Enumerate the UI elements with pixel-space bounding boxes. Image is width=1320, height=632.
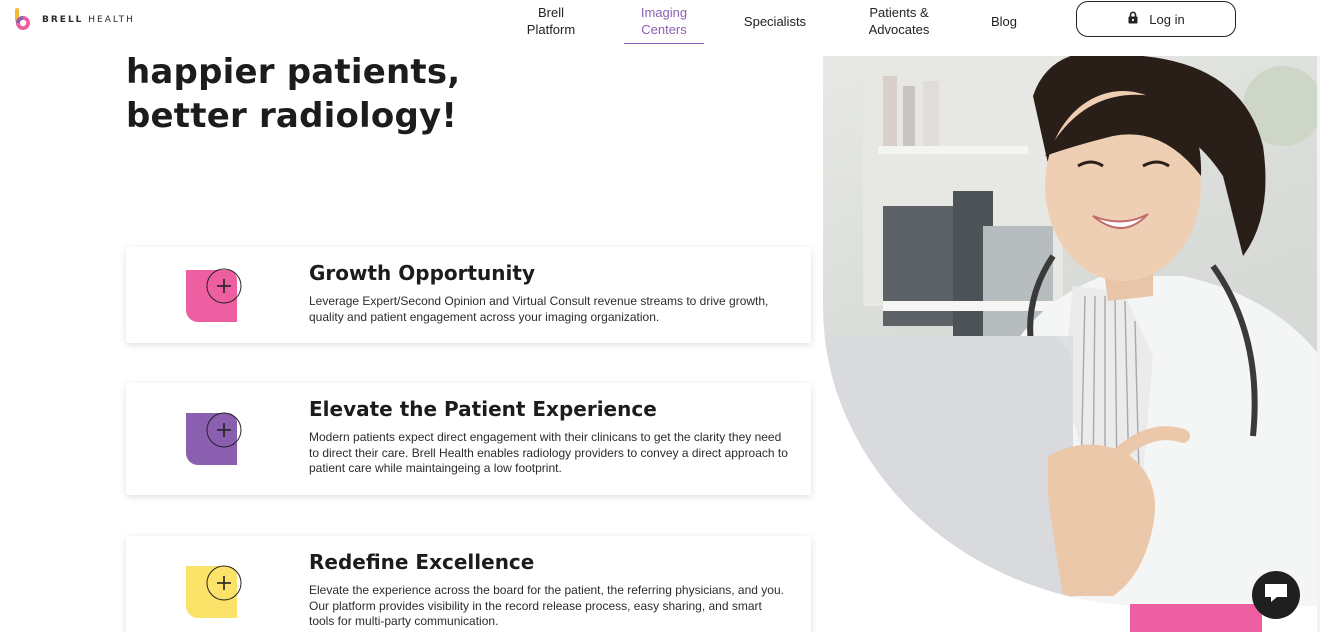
card-title: Elevate the Patient Experience bbox=[309, 397, 657, 421]
login-label: Log in bbox=[1149, 11, 1185, 27]
site-header: BRELL HEALTH Brell Platform Imaging Cent… bbox=[0, 0, 1320, 56]
brand-logo[interactable]: BRELL HEALTH bbox=[14, 8, 135, 32]
nav-specialists[interactable]: Specialists bbox=[738, 13, 812, 30]
chat-bubble-icon bbox=[1264, 582, 1288, 608]
feature-card-growth: Growth Opportunity Leverage Expert/Secon… bbox=[126, 247, 811, 343]
nav-label: Imaging bbox=[640, 5, 688, 20]
nav-label: Platform bbox=[526, 22, 576, 37]
login-button[interactable]: Log in bbox=[1076, 1, 1236, 37]
headline-line: happier patients, bbox=[126, 52, 461, 92]
card-description: Leverage Expert/Second Opinion and Virtu… bbox=[309, 294, 769, 324]
card-description: Modern patients expect direct engagement… bbox=[309, 430, 788, 475]
nav-label: Specialists bbox=[743, 14, 807, 29]
plus-icon[interactable] bbox=[186, 564, 242, 620]
plus-icon[interactable] bbox=[186, 411, 242, 467]
hero-doctor-photo bbox=[823, 56, 1320, 606]
nav-label: Brell bbox=[537, 5, 564, 20]
nav-blog[interactable]: Blog bbox=[984, 13, 1024, 30]
card-title: Redefine Excellence bbox=[309, 550, 535, 574]
doctor-photo-illustration bbox=[823, 56, 1320, 606]
chat-button[interactable] bbox=[1252, 571, 1300, 619]
nav-brell-platform[interactable]: Brell Platform bbox=[516, 4, 586, 38]
card-title: Growth Opportunity bbox=[309, 261, 535, 285]
active-nav-underline bbox=[624, 43, 704, 44]
decorative-pink-block bbox=[1130, 604, 1262, 632]
nav-label: Advocates bbox=[868, 22, 930, 37]
page-headline: happier patients, better radiology! bbox=[126, 50, 460, 138]
headline-line: better radiology! bbox=[126, 96, 458, 136]
lock-icon bbox=[1127, 11, 1139, 27]
brand-name: BRELL HEALTH bbox=[42, 15, 135, 25]
feature-card-patient-experience: Elevate the Patient Experience Modern pa… bbox=[126, 383, 811, 495]
nav-label: Blog bbox=[990, 14, 1018, 29]
nav-label: Patients & bbox=[869, 5, 929, 20]
nav-patients-advocates[interactable]: Patients & Advocates bbox=[860, 4, 938, 38]
nav-imaging-centers[interactable]: Imaging Centers bbox=[624, 4, 704, 38]
plus-icon[interactable] bbox=[186, 268, 242, 324]
feature-card-redefine-excellence: Redefine Excellence Elevate the experien… bbox=[126, 536, 811, 632]
nav-label: Centers bbox=[641, 22, 687, 37]
logo-mark-icon bbox=[14, 8, 32, 32]
card-description: Elevate the experience across the board … bbox=[309, 583, 784, 628]
